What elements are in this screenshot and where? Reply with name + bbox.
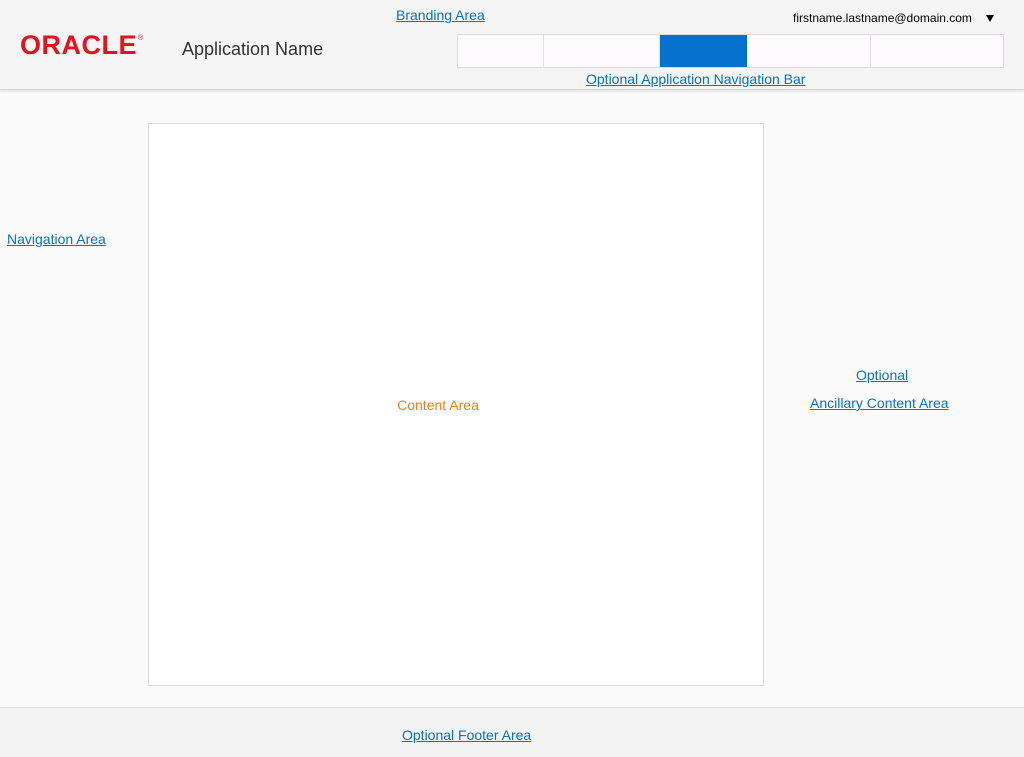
caret-down-icon[interactable] [985,14,994,22]
oracle-logo: ORACLE ® [20,30,144,60]
nav-tab-4[interactable] [747,35,871,67]
ancillary-optional-link[interactable]: Optional [856,367,908,383]
ancillary-content-area-link[interactable]: Ancillary Content Area [810,395,949,411]
footer-area-link[interactable]: Optional Footer Area [402,727,531,743]
content-area-label: Content Area [397,397,479,413]
header-branding-area: Branding Area ORACLE ® Application Name … [0,0,1024,90]
navbar-area-link[interactable]: Optional Application Navigation Bar [586,71,805,87]
nav-tab-2[interactable] [544,35,660,67]
app-name: Application Name [182,39,324,59]
user-menu[interactable]: firstname.lastname@domain.com [793,10,994,26]
content-area: Content Area [148,123,764,686]
navigation-area-link[interactable]: Navigation Area [7,231,106,247]
app-navigation-bar [457,34,1004,68]
footer-area: Optional Footer Area [0,707,1024,757]
oracle-logo-text: ORACLE [20,30,137,60]
branding-area-link[interactable]: Branding Area [396,7,485,23]
registered-mark-icon: ® [138,35,144,42]
nav-tab-1[interactable] [458,35,544,67]
user-email[interactable]: firstname.lastname@domain.com [793,11,972,25]
nav-tab-5[interactable] [871,35,1003,67]
nav-tab-3[interactable] [660,35,747,67]
